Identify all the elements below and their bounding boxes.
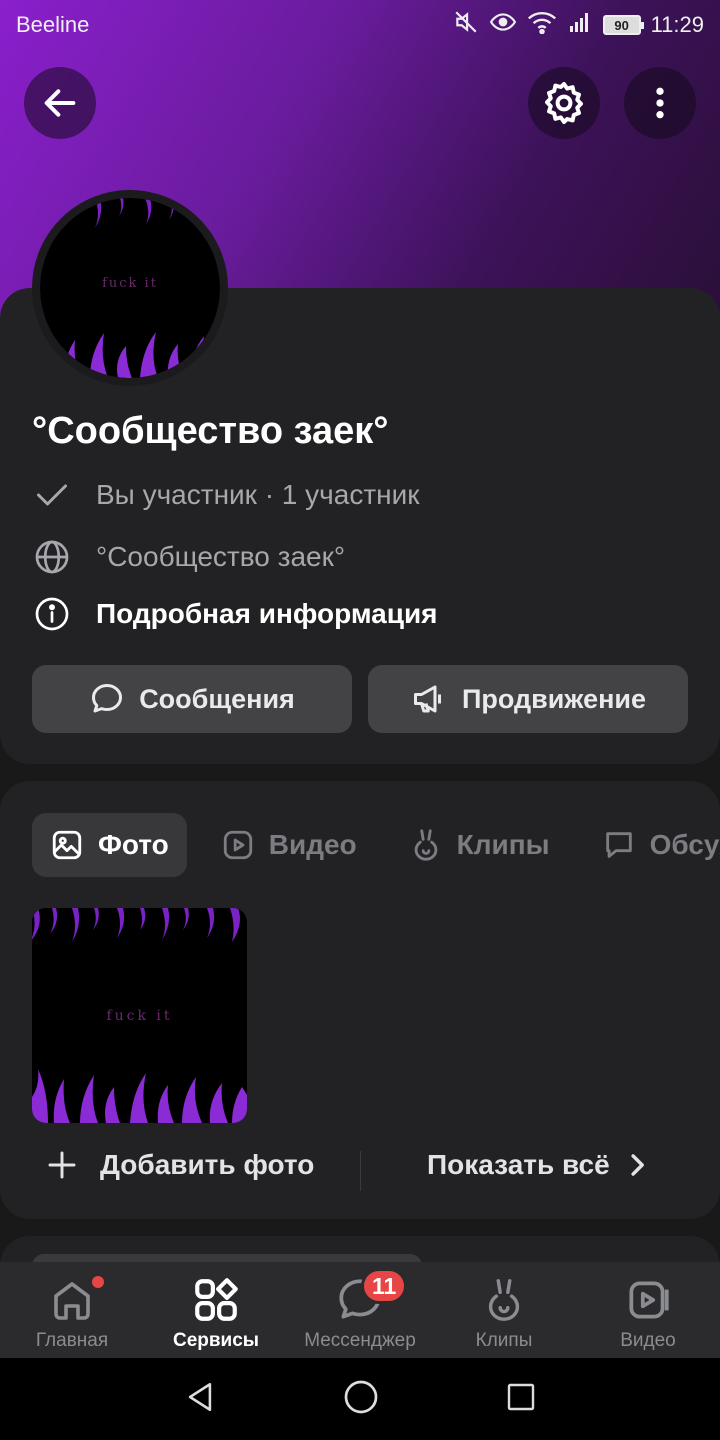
- megaphone-icon: [413, 685, 441, 713]
- system-recents-button[interactable]: [505, 1381, 537, 1418]
- avatar[interactable]: fuck it: [32, 190, 228, 386]
- tab-clips[interactable]: Клипы: [391, 813, 568, 877]
- add-photo-label: Добавить фото: [100, 1149, 315, 1180]
- carrier-label: Beeline: [16, 12, 90, 37]
- chevron-right-icon: [631, 1154, 644, 1176]
- home-icon: [54, 1282, 90, 1320]
- flames-top-decoration: [68, 198, 194, 228]
- wifi-icon: [527, 10, 557, 40]
- arrow-left-icon: [44, 89, 76, 117]
- status-icons: 90 11:29: [453, 9, 704, 41]
- promotion-button[interactable]: Продвижение: [368, 665, 688, 733]
- nav-clips[interactable]: Клипы: [432, 1262, 576, 1358]
- info-icon: [32, 594, 72, 634]
- photo-thumbnail[interactable]: fuck it: [32, 908, 247, 1123]
- nav-services[interactable]: Сервисы: [144, 1262, 288, 1358]
- nav-video-icon-wrap: [623, 1274, 673, 1326]
- tab-clips-label: Клипы: [456, 829, 550, 860]
- nav-home-icon-wrap: [48, 1274, 104, 1326]
- details-text: Подробная информация: [96, 598, 438, 629]
- plus-icon: [48, 1151, 76, 1179]
- link-text: °Сообщество заек°: [96, 541, 346, 572]
- more-vertical-icon: [656, 87, 664, 119]
- triangle-back-icon: [188, 1382, 212, 1411]
- details-row[interactable]: Подробная информация: [32, 594, 438, 634]
- battery-indicator: 90: [602, 15, 644, 35]
- circle-home-icon: [344, 1380, 378, 1413]
- video-icon: [223, 830, 252, 860]
- services-icon: [195, 1278, 238, 1321]
- nav-clips-icon-wrap: [481, 1274, 527, 1326]
- nav-messenger-label: Мессенджер: [304, 1330, 416, 1351]
- image-icon: [52, 830, 82, 860]
- promotion-button-label: Продвижение: [461, 683, 647, 714]
- back-button[interactable]: [24, 67, 96, 139]
- avatar-image: fuck it: [40, 198, 220, 378]
- nav-messenger-icon-wrap: 11: [335, 1268, 408, 1326]
- mute-icon: [453, 9, 479, 41]
- status-bar: Beeline 90 11:29: [0, 0, 720, 50]
- check-icon: [32, 475, 72, 515]
- photo-caption: fuck it: [106, 1008, 173, 1024]
- add-photo-button[interactable]: Добавить фото: [46, 1149, 314, 1181]
- system-navigation-bar: [0, 1358, 720, 1440]
- tab-discussions-label: Обсуждения: [649, 829, 720, 860]
- tab-video[interactable]: Видео: [203, 813, 375, 877]
- tab-discussions[interactable]: Обсуждения: [584, 813, 720, 877]
- page-title: °Сообщество заек°: [32, 410, 389, 452]
- nav-video[interactable]: Видео: [576, 1262, 720, 1358]
- nav-services-icon-wrap: [191, 1274, 241, 1326]
- discussion-icon: [605, 832, 632, 858]
- square-recents-icon: [507, 1383, 535, 1410]
- system-back-button[interactable]: [183, 1379, 217, 1420]
- media-card: Фото Видео Клипы Обсуждения fuck it Доба…: [0, 781, 720, 1219]
- clock: 11:29: [650, 12, 704, 37]
- flames-top-decoration: [32, 908, 240, 942]
- more-button[interactable]: [624, 67, 696, 139]
- nav-services-label: Сервисы: [172, 1330, 260, 1351]
- bottom-navigation: Главная Сервисы 11 Мессенджер Клипы Виде…: [0, 1262, 720, 1358]
- media-tabs: Фото Видео Клипы Обсуждения: [32, 813, 720, 877]
- membership-row[interactable]: Вы участник · 1 участник: [32, 475, 420, 515]
- show-all-label: Показать всё: [427, 1149, 610, 1180]
- clips-icon: [488, 1279, 520, 1321]
- globe-icon: [32, 537, 72, 577]
- show-all-button[interactable]: Показать всё: [427, 1149, 646, 1181]
- system-home-button[interactable]: [343, 1379, 379, 1420]
- messenger-badge: 11: [361, 1268, 408, 1304]
- nav-home-label: Главная: [35, 1330, 109, 1351]
- tab-photo[interactable]: Фото: [32, 813, 187, 877]
- settings-button[interactable]: [528, 67, 600, 139]
- gear-icon: [545, 82, 583, 124]
- messages-button[interactable]: Сообщения: [32, 665, 352, 733]
- tab-video-label: Видео: [268, 829, 357, 860]
- nav-video-label: Видео: [620, 1330, 676, 1351]
- video-icon: [629, 1281, 669, 1319]
- flames-bottom-decoration: [32, 1069, 247, 1123]
- divider: [360, 1151, 361, 1191]
- flames-bottom-decoration: [40, 332, 220, 378]
- nav-home[interactable]: Главная: [0, 1262, 144, 1358]
- chat-bubble-icon: [92, 684, 123, 713]
- avatar-caption: fuck it: [102, 276, 158, 291]
- nav-messenger[interactable]: 11 Мессенджер: [288, 1262, 432, 1358]
- eye-icon: [489, 9, 517, 41]
- clips-icon: [414, 829, 437, 861]
- tab-photo-label: Фото: [98, 829, 169, 860]
- link-row[interactable]: °Сообщество заек°: [32, 537, 345, 577]
- messages-button-label: Сообщения: [139, 683, 295, 714]
- signal-icon: [567, 10, 593, 40]
- nav-clips-label: Клипы: [475, 1330, 533, 1351]
- notification-dot: [92, 1276, 104, 1288]
- membership-text: Вы участник · 1 участник: [96, 479, 420, 510]
